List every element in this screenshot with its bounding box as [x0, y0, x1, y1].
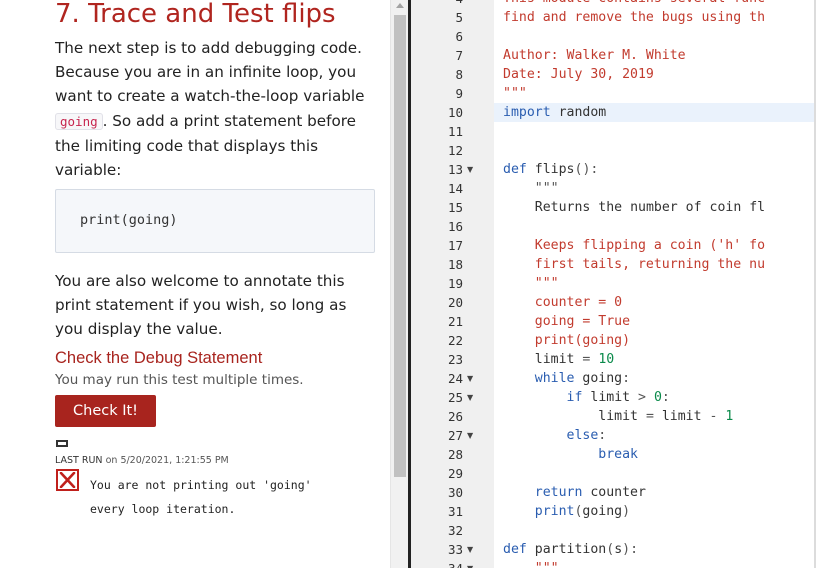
- collapse-icon[interactable]: [56, 440, 68, 447]
- instructions-paragraph-1: The next step is to add debugging code. …: [55, 36, 377, 182]
- line-number: 6: [455, 29, 463, 44]
- line-number: 19: [447, 276, 463, 291]
- line-number: 24: [447, 371, 463, 386]
- fold-arrow-icon[interactable]: ▼: [467, 540, 473, 559]
- line-number: 18: [447, 257, 463, 272]
- line-number: 5: [455, 10, 463, 25]
- code-line[interactable]: This module contains several func: [503, 0, 765, 8]
- code-line[interactable]: Date: July 30, 2019: [503, 65, 654, 84]
- scroll-up-arrow-icon[interactable]: [396, 3, 404, 8]
- code-line[interactable]: print(going): [503, 502, 630, 521]
- line-number: 9: [455, 86, 463, 101]
- line-number: 21: [447, 314, 463, 329]
- line-number: 8: [455, 67, 463, 82]
- page-title: 7. Trace and Test flips: [55, 0, 336, 29]
- code-line[interactable]: return counter: [503, 483, 646, 502]
- code-line[interactable]: """: [503, 559, 559, 568]
- fold-arrow-icon[interactable]: ▼: [467, 559, 473, 568]
- code-line[interactable]: find and remove the bugs using th: [503, 8, 765, 27]
- instructions-pane: 7. Trace and Test flips The next step is…: [0, 0, 390, 568]
- fold-arrow-icon[interactable]: ▼: [467, 426, 473, 445]
- line-number: 4: [411, 0, 463, 8]
- code-line[interactable]: """: [503, 84, 527, 103]
- code-line[interactable]: print(going): [503, 331, 630, 350]
- code-line[interactable]: def flips():: [503, 160, 598, 179]
- line-number: 29: [447, 466, 463, 481]
- code-line[interactable]: import random: [503, 103, 606, 122]
- code-line[interactable]: limit = limit - 1: [503, 407, 733, 426]
- code-line[interactable]: def partition(s):: [503, 540, 638, 559]
- line-number: 13: [447, 162, 463, 177]
- line-number: 10: [447, 105, 463, 120]
- instructions-paragraph-2: You are also welcome to annotate this pr…: [55, 272, 347, 339]
- line-number: 20: [447, 295, 463, 310]
- line-number: 15: [447, 200, 463, 215]
- code-editor[interactable]: 4 This module contains several func 5 find …: [411, 0, 816, 568]
- line-number: 11: [447, 124, 463, 139]
- code-line[interactable]: Keeps flipping a coin ('h' fo: [503, 236, 765, 255]
- paragraph-1-text-before: The next step is to add debugging code. …: [55, 39, 365, 106]
- line-number: 30: [447, 485, 463, 500]
- line-number: 27: [447, 428, 463, 443]
- code-line[interactable]: Author: Walker M. White: [503, 46, 686, 65]
- line-number: 34: [411, 559, 463, 568]
- check-section-subtitle: You may run this test multiple times.: [55, 372, 304, 388]
- line-number: 26: [447, 409, 463, 424]
- line-number: 16: [447, 219, 463, 234]
- code-line[interactable]: Returns the number of coin fl: [503, 198, 765, 217]
- code-line[interactable]: else:: [503, 426, 607, 445]
- line-number: 23: [447, 352, 463, 367]
- code-example-text: print(going): [80, 212, 178, 228]
- fold-arrow-icon[interactable]: ▼: [467, 160, 473, 179]
- check-section-title: Check the Debug Statement: [55, 349, 263, 367]
- last-run-on: on: [105, 455, 118, 466]
- line-number: 32: [447, 523, 463, 538]
- last-run-info: LAST RUN on 5/20/2021, 1:21:55 PM: [55, 455, 229, 466]
- instructions-scrollbar[interactable]: [390, 0, 408, 568]
- line-number: 31: [447, 504, 463, 519]
- check-it-button[interactable]: Check It!: [55, 395, 156, 427]
- line-number: 14: [447, 181, 463, 196]
- last-run-label: LAST RUN: [55, 455, 103, 466]
- code-line[interactable]: while going:: [503, 369, 630, 388]
- code-line[interactable]: """: [503, 274, 559, 293]
- code-line[interactable]: first tails, returning the nu: [503, 255, 765, 274]
- code-line[interactable]: if limit > 0:: [503, 388, 670, 407]
- line-number: 22: [447, 333, 463, 348]
- scrollbar-thumb[interactable]: [394, 15, 406, 477]
- code-line[interactable]: counter = 0: [503, 293, 622, 312]
- line-number: 28: [447, 447, 463, 462]
- fold-arrow-icon[interactable]: ▼: [467, 369, 473, 388]
- feedback-message: You are not printing out 'going' every l…: [90, 478, 312, 516]
- inline-code-going: going: [55, 112, 103, 130]
- code-line[interactable]: break: [503, 445, 638, 464]
- code-example-block: print(going): [55, 189, 375, 253]
- line-number: 25: [447, 390, 463, 405]
- line-number: 12: [447, 143, 463, 158]
- last-run-time: 5/20/2021, 1:21:55 PM: [120, 455, 229, 466]
- x-fail-icon: [56, 469, 79, 491]
- code-line[interactable]: """: [503, 179, 559, 198]
- code-line[interactable]: going = True: [503, 312, 630, 331]
- line-number: 17: [447, 238, 463, 253]
- code-line[interactable]: limit = 10: [503, 350, 614, 369]
- line-number: 7: [455, 48, 463, 63]
- fold-arrow-icon[interactable]: ▼: [467, 388, 473, 407]
- line-number: 33: [447, 542, 463, 557]
